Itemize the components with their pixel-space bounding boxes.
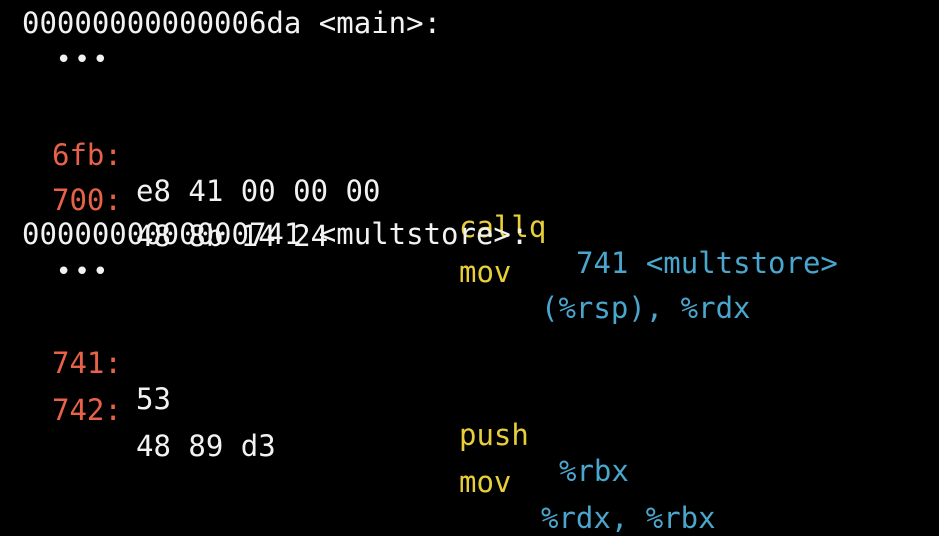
instruction-row: 6fb: e8 41 00 00 00 callq 741 <multstore…: [0, 101, 939, 280]
instruction-mnemonic: mov: [459, 465, 512, 499]
instruction-operands: %rdx, %rbx: [541, 501, 716, 535]
instruction-address: 742:: [52, 393, 122, 427]
instruction-operands: 741 <multstore>: [576, 246, 838, 280]
instruction-row: 700: 48 8b 14 24 mov (%rsp), %rdx: [0, 146, 939, 325]
function-header-multstore: 0000000000000741 <multstore>:: [22, 217, 529, 251]
instruction-operands: %rbx: [559, 454, 629, 488]
instruction-mnemonic: push: [459, 418, 529, 452]
instruction-row: 741: 53 push %rbx: [0, 309, 939, 488]
ellipsis-multstore: •••: [56, 257, 112, 287]
function-header-main: 00000000000006da <main>:: [22, 6, 442, 40]
instruction-address: 700:: [52, 183, 122, 217]
ellipsis-main: •••: [56, 45, 112, 75]
instruction-bytes: 48 89 d3: [136, 429, 276, 463]
instruction-row: 742: 48 89 d3 mov %rdx, %rbx: [0, 356, 939, 535]
instruction-mnemonic: mov: [459, 255, 512, 289]
